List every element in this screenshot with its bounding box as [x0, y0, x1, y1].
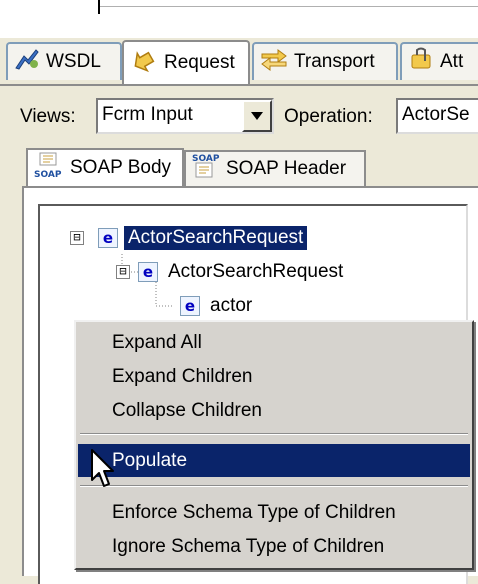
menu-item-enforce-schema-type[interactable]: Enforce Schema Type of Children	[78, 496, 470, 529]
views-toolbar: Views: Fcrm Input Operation: ActorSe	[0, 86, 478, 144]
menu-separator	[80, 485, 468, 487]
operation-label: Operation:	[284, 106, 373, 127]
tab-request-label: Request	[164, 52, 235, 73]
tab-wsdl[interactable]: WSDL	[6, 42, 122, 80]
collapse-icon[interactable]: ⊟	[116, 265, 130, 279]
menu-item-ignore-schema-type[interactable]: Ignore Schema Type of Children	[78, 530, 470, 563]
menu-item-label: Populate	[112, 449, 188, 471]
views-label: Views:	[20, 106, 76, 127]
element-icon: e	[138, 262, 158, 282]
menu-item-label: Expand All	[112, 331, 202, 353]
menu-separator	[80, 433, 468, 435]
request-icon	[130, 47, 158, 79]
tab-transport-label: Transport	[294, 51, 375, 72]
context-menu: Expand All Expand Children Collapse Chil…	[74, 320, 474, 570]
tab-wsdl-label: WSDL	[46, 51, 101, 72]
svg-text:SOAP: SOAP	[34, 170, 62, 178]
tab-attachments[interactable]: Att	[400, 42, 478, 80]
menu-item-label: Enforce Schema Type of Children	[112, 501, 396, 523]
tree-node-grandchild[interactable]: e actor	[180, 294, 256, 318]
tree-node-label: actor	[210, 295, 253, 316]
menu-item-label: Collapse Children	[112, 399, 262, 421]
attachments-icon	[408, 47, 434, 77]
chevron-down-icon	[250, 105, 264, 127]
tab-soap-body[interactable]: SOAP SOAP Body	[26, 148, 184, 186]
menu-item-expand-all[interactable]: Expand All	[78, 326, 470, 359]
tab-request[interactable]: Request	[122, 40, 250, 84]
wsdl-icon	[14, 48, 40, 76]
menu-item-label: Ignore Schema Type of Children	[112, 535, 385, 557]
ruler-tick	[98, 0, 100, 14]
tree-node-label: ActorSearchRequest	[168, 261, 344, 282]
editor-tab-row: WSDL Request Transport Att	[0, 38, 478, 86]
tab-transport[interactable]: Transport	[252, 42, 398, 80]
views-dropdown-button[interactable]	[242, 100, 272, 132]
element-icon: e	[180, 296, 200, 316]
operation-select[interactable]: ActorSe	[396, 98, 478, 134]
menu-item-collapse-children[interactable]: Collapse Children	[78, 394, 470, 427]
top-strip	[0, 0, 478, 38]
tab-attachments-label: Att	[440, 51, 464, 72]
menu-item-label: Expand Children	[112, 365, 253, 387]
soap-icon: SOAP	[192, 152, 220, 186]
mouse-cursor-icon	[90, 448, 116, 490]
ruler-line	[98, 6, 478, 7]
operation-select-value: ActorSe	[402, 104, 470, 125]
tab-soap-body-label: SOAP Body	[70, 157, 172, 178]
tab-soap-header[interactable]: SOAP SOAP Header	[184, 150, 366, 186]
message-tab-row: SOAP SOAP Body SOAP SOAP Header	[22, 148, 478, 186]
menu-item-expand-children[interactable]: Expand Children	[78, 360, 470, 393]
tree-node-child[interactable]: ⊟ e ActorSearchRequest	[116, 260, 347, 284]
views-select-value: Fcrm Input	[102, 104, 193, 125]
transport-icon	[260, 47, 288, 77]
soap-icon: SOAP	[34, 152, 66, 184]
menu-item-populate[interactable]: Populate	[78, 444, 470, 477]
tab-soap-header-label: SOAP Header	[226, 158, 347, 179]
